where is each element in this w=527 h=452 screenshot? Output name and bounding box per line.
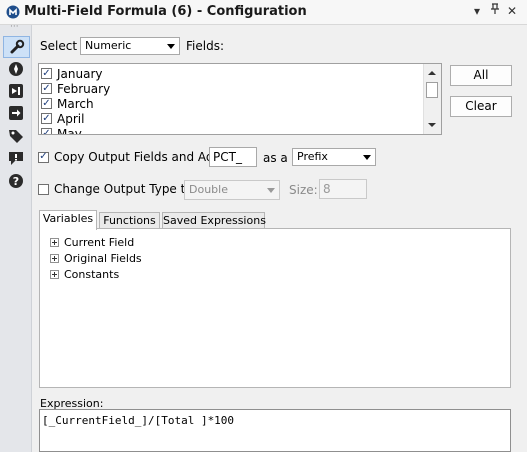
size-label: Size:	[289, 183, 318, 197]
window-title: Multi-Field Formula (6) - Configuration	[24, 4, 307, 19]
copy-output-label: Copy Output Fields and Add	[54, 150, 222, 164]
change-type-option[interactable]: Change Output Type to	[38, 182, 193, 196]
field-label: January	[57, 66, 103, 81]
size-input[interactable]: 8	[319, 179, 367, 199]
compass-icon[interactable]	[6, 59, 26, 79]
field-type-dropdown[interactable]: Numeric	[80, 37, 180, 55]
copy-output-option[interactable]: ✓ Copy Output Fields and Add	[38, 150, 221, 164]
tree-node-label: Current Field	[64, 236, 135, 249]
help-icon[interactable]: ?	[6, 171, 26, 191]
expand-plus-icon[interactable]	[50, 238, 59, 247]
wrench-icon[interactable]	[3, 36, 30, 58]
title-bar: Multi-Field Formula (6) - Configuration …	[0, 0, 527, 25]
variables-panel: Current Field Original Fields Constants	[39, 228, 511, 388]
field-checkbox[interactable]: ✓	[41, 68, 52, 79]
as-a-label: as a	[263, 151, 288, 165]
list-item[interactable]: ✓ April	[41, 111, 84, 126]
formula-tool-icon	[6, 5, 20, 19]
field-checkbox[interactable]: ✓	[41, 83, 52, 94]
fields-scrollbar[interactable]	[423, 64, 441, 134]
output-type-dropdown[interactable]: Double	[184, 180, 280, 200]
field-checkbox[interactable]: ✓	[41, 98, 52, 109]
scroll-down-icon[interactable]	[428, 123, 436, 127]
field-label: April	[57, 111, 85, 126]
tree-node-label: Constants	[64, 268, 120, 281]
input-anchor-icon[interactable]	[6, 81, 26, 101]
chevron-down-icon	[267, 188, 275, 193]
list-item[interactable]: ✓ February	[41, 81, 110, 96]
tree-node-constants[interactable]: Constants	[50, 267, 119, 282]
panel-menu-chevron-icon[interactable]: ▾	[470, 3, 484, 19]
list-item[interactable]: ✓ March	[41, 96, 94, 111]
alert-icon[interactable]	[6, 148, 26, 168]
scroll-thumb[interactable]	[426, 82, 438, 98]
list-item[interactable]: ✓ May	[41, 126, 82, 135]
tag-icon[interactable]	[6, 126, 26, 146]
config-tool-strip: ··· ?	[0, 22, 32, 452]
pin-icon[interactable]	[488, 3, 502, 19]
clear-button[interactable]: Clear	[450, 96, 512, 117]
field-type-value: Numeric	[85, 39, 132, 52]
tree-node-current-field[interactable]: Current Field	[50, 235, 134, 250]
tab-saved-expressions[interactable]: Saved Expressions	[162, 212, 266, 229]
list-item[interactable]: ✓ January	[41, 66, 103, 81]
tab-variables[interactable]: Variables	[39, 210, 97, 230]
chevron-down-icon	[167, 44, 175, 49]
svg-text:?: ?	[13, 175, 19, 188]
scroll-up-icon[interactable]	[428, 71, 436, 75]
field-label: May	[57, 126, 82, 135]
fields-label: Fields:	[186, 39, 224, 53]
expand-plus-icon[interactable]	[50, 270, 59, 279]
chevron-down-icon	[363, 155, 371, 160]
field-label: March	[57, 96, 94, 111]
expand-plus-icon[interactable]	[50, 254, 59, 263]
affix-position-dropdown[interactable]: Prefix	[292, 148, 376, 166]
select-label: Select	[40, 39, 78, 53]
fields-list[interactable]: ✓ January ✓ February ✓ March ✓ April ✓ M…	[38, 63, 442, 135]
field-label: February	[57, 81, 111, 96]
field-checkbox[interactable]: ✓	[41, 113, 52, 124]
grip-dots-icon: ···	[10, 22, 19, 32]
tree-node-original-fields[interactable]: Original Fields	[50, 251, 142, 266]
field-checkbox[interactable]: ✓	[41, 128, 52, 134]
tab-functions[interactable]: Functions	[99, 212, 160, 229]
change-type-checkbox[interactable]	[38, 183, 49, 195]
copy-output-checkbox[interactable]: ✓	[38, 151, 49, 163]
tree-node-label: Original Fields	[64, 252, 142, 265]
expression-editor[interactable]: [_CurrentField_]/[Total ]*100	[39, 409, 511, 452]
configuration-panel: Select Numeric Fields: ✓ January ✓ Febru…	[32, 25, 527, 452]
change-type-label: Change Output Type to	[54, 182, 193, 196]
affix-position-value: Prefix	[297, 150, 328, 163]
affix-input[interactable]: PCT_	[209, 147, 257, 167]
output-anchor-icon[interactable]	[6, 103, 26, 123]
close-icon[interactable]: ✕	[505, 3, 519, 19]
output-type-value: Double	[189, 183, 228, 196]
select-all-button[interactable]: All	[450, 65, 512, 86]
